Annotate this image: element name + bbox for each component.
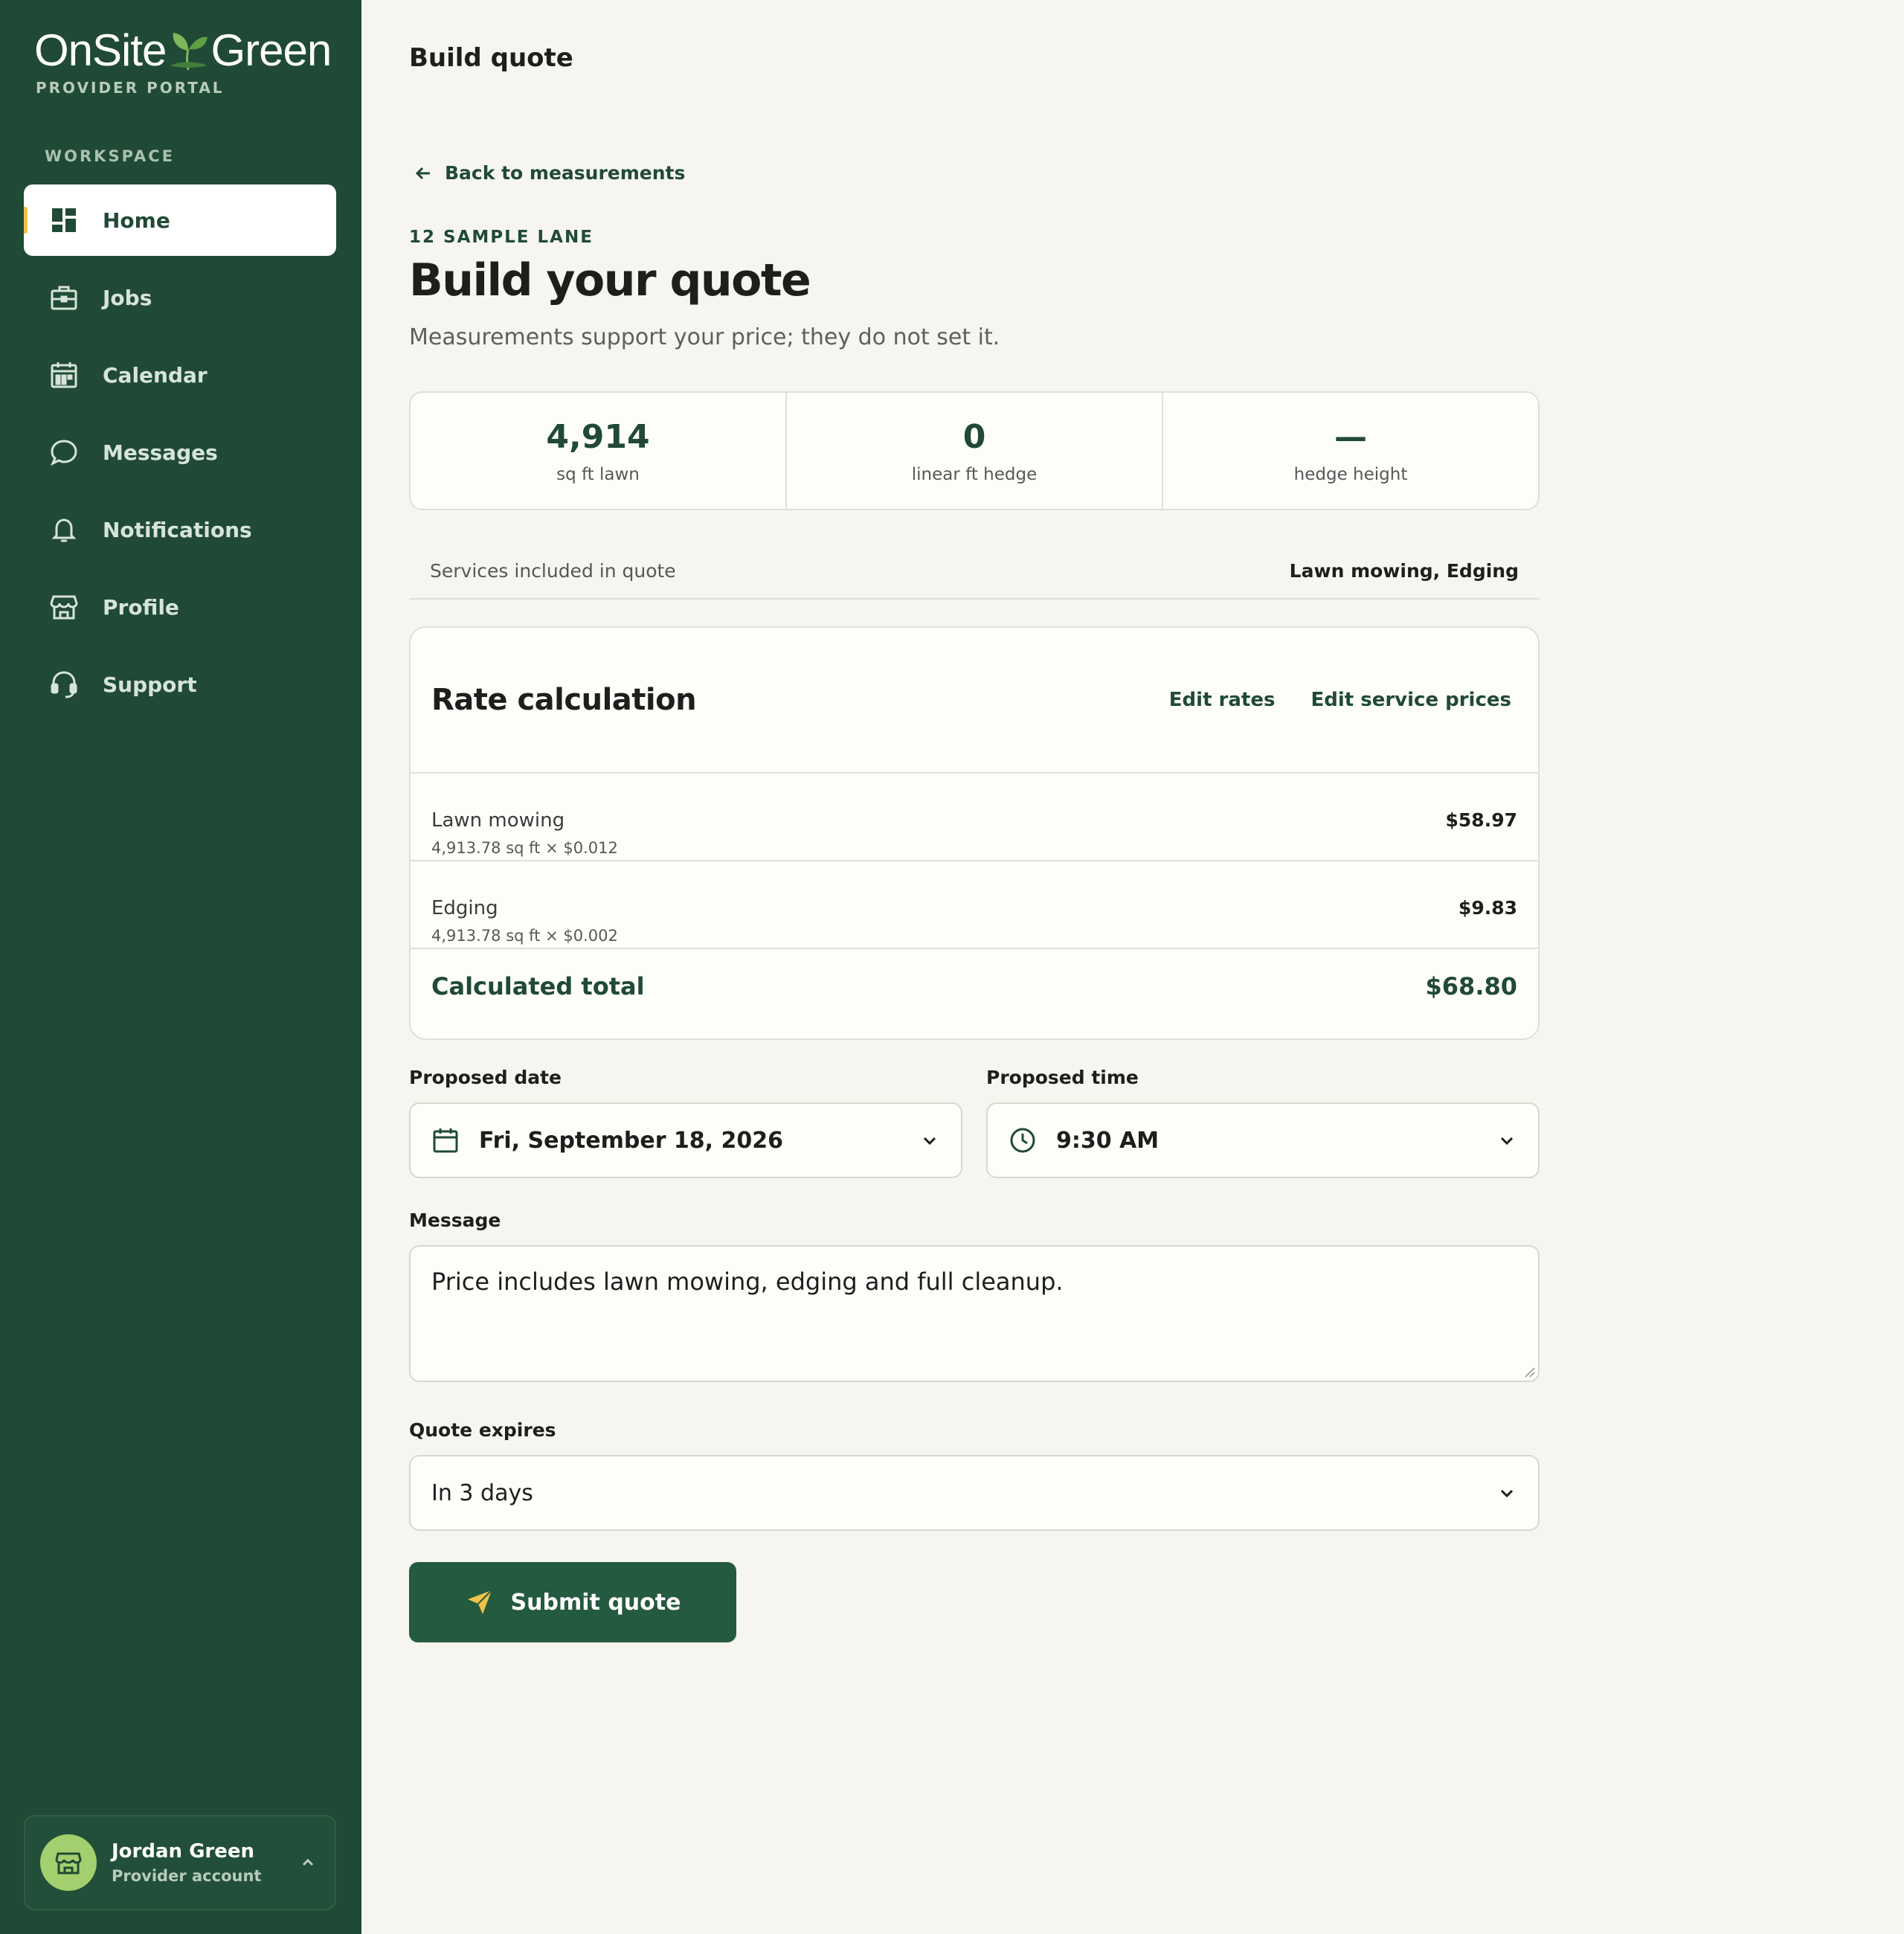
rate-card-actions: Edit rates Edit service prices — [1169, 689, 1511, 711]
rate-row-amount: $9.83 — [1458, 897, 1517, 919]
sidebar: OnSite Green PROVIDER PORTAL WORKSPACE H… — [0, 0, 361, 1934]
services-label: Services included in quote — [430, 559, 676, 582]
edit-service-prices-link[interactable]: Edit service prices — [1310, 689, 1511, 711]
sidebar-item-support[interactable]: Support — [24, 649, 336, 720]
stat-value: 4,914 — [546, 417, 650, 456]
chevron-up-icon — [302, 1858, 314, 1866]
dashboard-icon — [49, 205, 79, 235]
proposed-date-select[interactable]: Fri, September 18, 2026 — [409, 1102, 962, 1178]
proposed-time-select[interactable]: 9:30 AM — [986, 1102, 1540, 1178]
services-value: Lawn mowing, Edging — [1289, 559, 1519, 582]
property-address: 12 SAMPLE LANE — [409, 228, 594, 247]
account-role: Provider account — [112, 1867, 262, 1885]
arrow-left-icon — [415, 167, 430, 179]
sidebar-item-label: Profile — [103, 594, 179, 620]
rate-row-formula: 4,913.78 sq ft × $0.002 — [431, 927, 618, 945]
proposed-date-label: Proposed date — [409, 1067, 562, 1088]
total-label: Calculated total — [431, 972, 645, 1000]
rate-calculation-card: Rate calculation Edit rates Edit service… — [409, 626, 1540, 1040]
proposed-time-value: 9:30 AM — [1056, 1127, 1160, 1154]
calendar-icon — [433, 1128, 458, 1153]
sidebar-item-label: Home — [103, 208, 170, 233]
stat-lawn: 4,914 sq ft lawn — [411, 393, 787, 509]
sidebar-nav: Home Jobs Calendar Messages Notification… — [24, 184, 336, 726]
stat-hedge-height: — hedge height — [1163, 393, 1538, 509]
quote-expires-select[interactable]: In 3 days — [409, 1455, 1540, 1531]
sidebar-item-label: Messages — [103, 440, 218, 465]
account-name: Jordan Green — [112, 1840, 255, 1863]
sidebar-item-label: Jobs — [103, 285, 152, 310]
clock-icon — [1010, 1128, 1035, 1153]
message-textarea[interactable]: Price includes lawn mowing, edging and f… — [409, 1245, 1540, 1382]
message-text: Price includes lawn mowing, edging and f… — [431, 1268, 1064, 1296]
stat-value: — — [1334, 417, 1367, 456]
chevron-down-icon — [1500, 1489, 1514, 1498]
rate-total-row: Calculated total $68.80 — [411, 949, 1538, 1024]
sidebar-item-profile[interactable]: Profile — [24, 571, 336, 643]
brand-logo[interactable]: OnSite Green — [34, 21, 332, 80]
total-value: $68.80 — [1425, 972, 1517, 1000]
storefront-icon — [55, 1852, 82, 1874]
proposed-time-label: Proposed time — [986, 1067, 1139, 1088]
account-info: Jordan Green Provider account — [112, 1840, 261, 1885]
rate-row: Lawn mowing 4,913.78 sq ft × $0.012 $58.… — [411, 774, 1538, 861]
submit-quote-button[interactable]: Submit quote — [409, 1562, 736, 1642]
calendar-icon — [49, 360, 79, 390]
stat-label: sq ft lawn — [556, 464, 640, 484]
sidebar-item-notifications[interactable]: Notifications — [24, 494, 336, 565]
brand-name-right: Green — [210, 25, 332, 75]
sidebar-item-label: Support — [103, 672, 197, 697]
workspace-label: WORKSPACE — [45, 147, 176, 165]
edit-rates-link[interactable]: Edit rates — [1169, 689, 1276, 711]
measurement-stats: 4,914 sq ft lawn 0 linear ft hedge — hed… — [409, 391, 1540, 510]
leaf-icon — [170, 33, 208, 71]
stat-hedge-length: 0 linear ft hedge — [787, 393, 1163, 509]
sidebar-item-label: Notifications — [103, 517, 252, 542]
chat-icon — [49, 437, 79, 467]
rate-row-formula: 4,913.78 sq ft × $0.012 — [431, 839, 618, 857]
sidebar-item-label: Calendar — [103, 362, 208, 388]
sidebar-item-calendar[interactable]: Calendar — [24, 339, 336, 411]
back-link-label: Back to measurements — [445, 162, 686, 184]
page-title: Build your quote — [409, 254, 811, 306]
toolbox-icon — [49, 283, 79, 312]
quote-expires-value: In 3 days — [431, 1480, 533, 1506]
rate-row-name: Edging — [431, 897, 498, 919]
rate-row-name: Lawn mowing — [431, 809, 565, 832]
bell-icon — [49, 515, 79, 544]
headset-icon — [49, 669, 79, 699]
quote-expires-label: Quote expires — [409, 1419, 556, 1441]
chevron-down-icon — [923, 1137, 936, 1146]
chevron-down-icon — [1500, 1137, 1514, 1146]
account-switcher[interactable]: Jordan Green Provider account — [24, 1815, 336, 1910]
rate-card-title: Rate calculation — [431, 683, 697, 717]
message-label: Message — [409, 1209, 501, 1231]
header-title: Build quote — [409, 43, 573, 73]
sidebar-item-home[interactable]: Home — [24, 184, 336, 256]
services-summary: Services included in quote Lawn mowing, … — [409, 543, 1540, 600]
stat-label: linear ft hedge — [911, 464, 1038, 484]
brand-name-left: OnSite — [34, 25, 167, 75]
send-icon — [467, 1590, 492, 1614]
submit-quote-label: Submit quote — [510, 1589, 681, 1616]
rate-row-amount: $58.97 — [1445, 809, 1517, 831]
back-to-measurements-link[interactable]: Back to measurements — [414, 162, 685, 184]
stat-value: 0 — [962, 417, 986, 456]
sidebar-item-jobs[interactable]: Jobs — [24, 262, 336, 333]
brand-subtitle: PROVIDER PORTAL — [36, 79, 225, 97]
sidebar-item-messages[interactable]: Messages — [24, 417, 336, 488]
proposed-date-value: Fri, September 18, 2026 — [479, 1127, 784, 1154]
resize-handle-icon[interactable] — [1523, 1366, 1535, 1378]
avatar — [40, 1834, 97, 1891]
storefront-icon — [49, 592, 79, 622]
rate-row: Edging 4,913.78 sq ft × $0.002 $9.83 — [411, 861, 1538, 949]
rate-card-header: Rate calculation Edit rates Edit service… — [411, 628, 1538, 774]
page-subtitle: Measurements support your price; they do… — [409, 324, 1000, 350]
stat-label: hedge height — [1293, 464, 1408, 484]
